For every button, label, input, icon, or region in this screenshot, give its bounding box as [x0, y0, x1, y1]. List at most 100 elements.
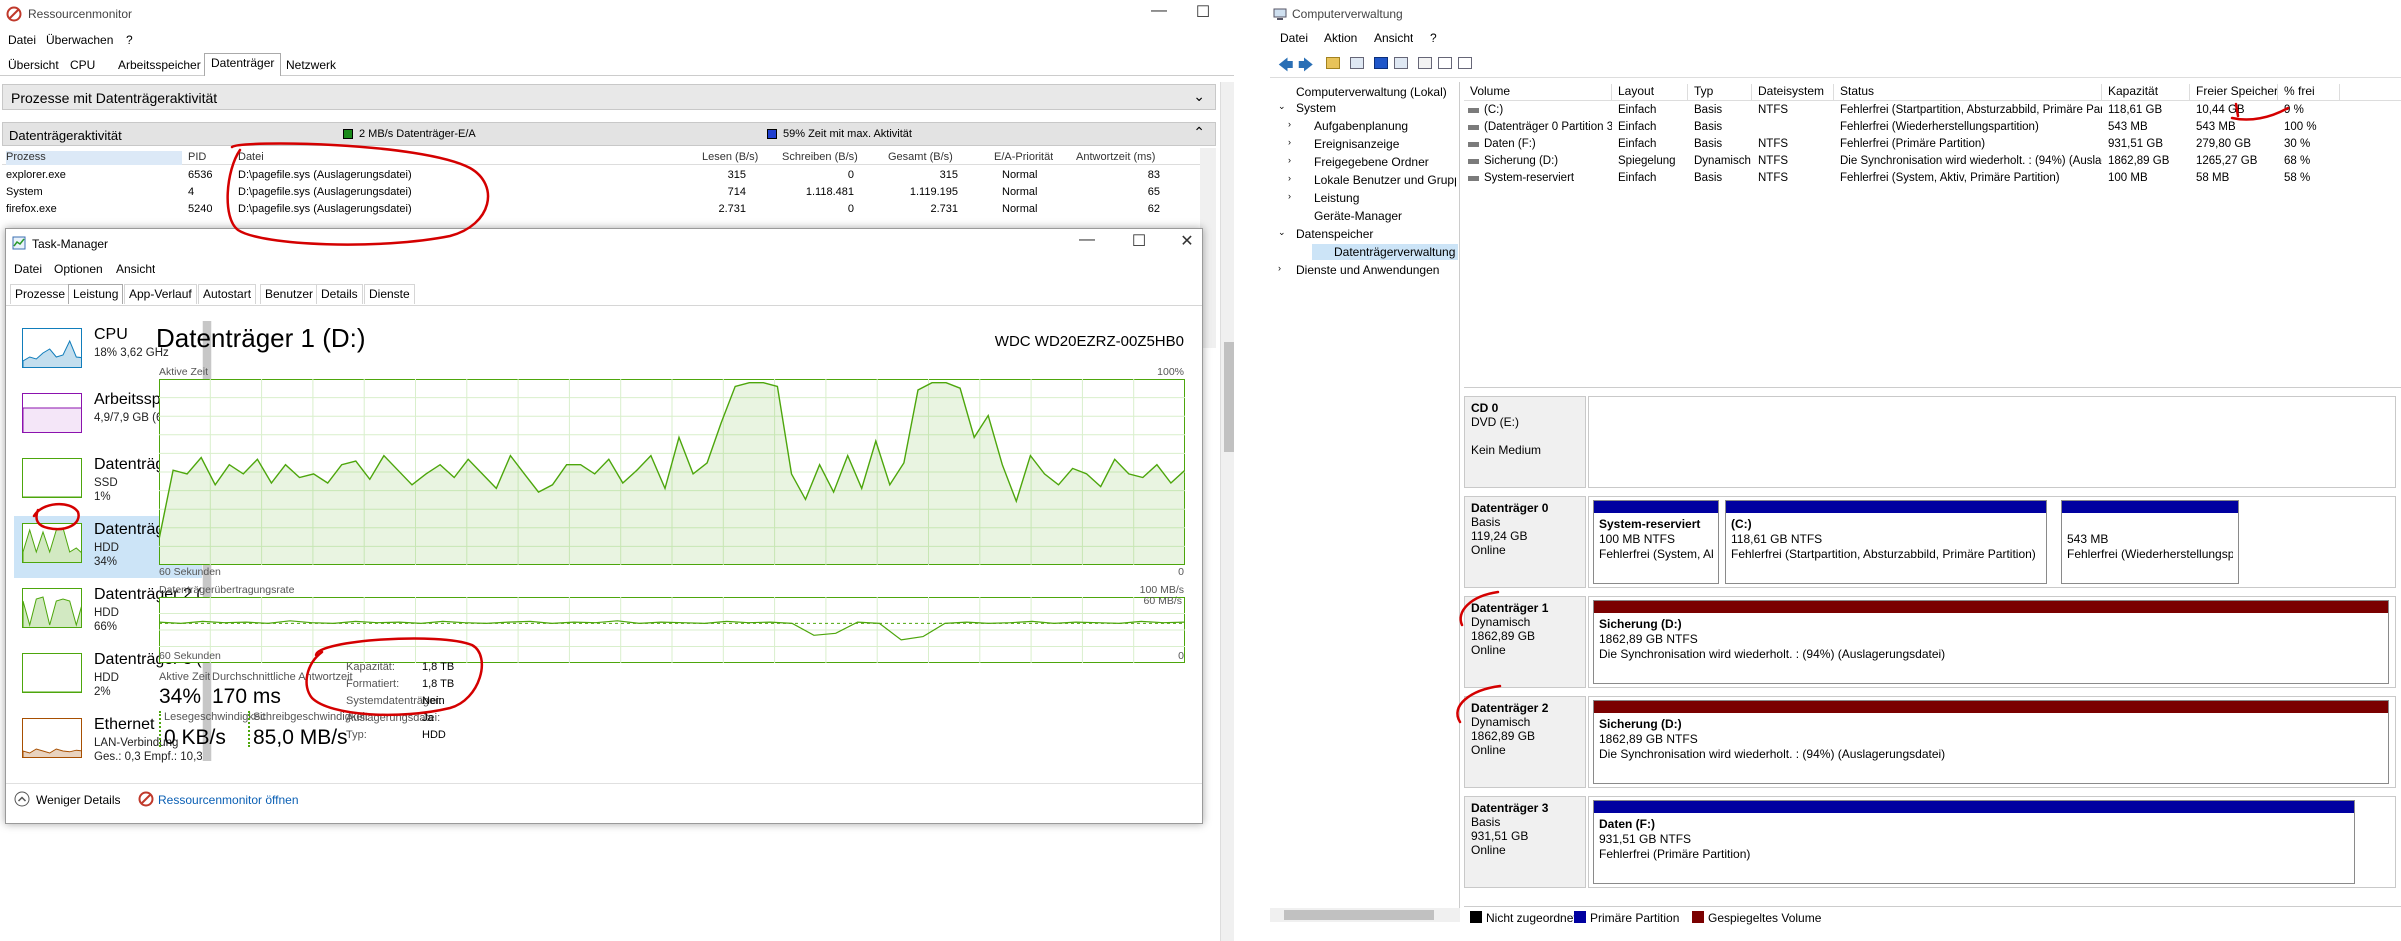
expand-icon[interactable]: ›: [1288, 173, 1291, 183]
tab-benutzer[interactable]: Benutzer: [260, 284, 319, 304]
connect-icon[interactable]: [1418, 57, 1432, 69]
fewer-details-link[interactable]: Weniger Details: [36, 793, 120, 807]
chevron-up-icon[interactable]: ⌃: [1193, 124, 1205, 141]
disk-0-label[interactable]: Datenträger 0 Basis 119,24 GB Online: [1464, 496, 1586, 588]
chevron-down-icon[interactable]: ⌄: [1193, 88, 1205, 105]
vol-col-header[interactable]: Freier Speicher: [2192, 84, 2278, 100]
partition-daten-f[interactable]: Daten (F:) 931,51 GB NTFS Fehlerfrei (Pr…: [1593, 800, 2355, 884]
tab-details[interactable]: Details: [316, 284, 363, 304]
menu-datei[interactable]: Datei: [8, 33, 36, 47]
table-row[interactable]: explorer.exe 6536 D:\pagefile.sys (Auslage…: [2, 168, 1202, 184]
col-prioritaet[interactable]: E/A-Priorität: [994, 151, 1053, 163]
minimize-icon[interactable]: —: [1144, 2, 1174, 20]
expand-icon[interactable]: ›: [1288, 191, 1291, 201]
col-pid[interactable]: PID: [188, 151, 206, 163]
partition-sicherung-d1[interactable]: Sicherung (D:) 1862,89 GB NTFS Die Synch…: [1593, 600, 2389, 684]
tree-system[interactable]: System: [1296, 101, 1336, 115]
open-resmon-link[interactable]: Ressourcenmonitor öffnen: [158, 793, 299, 807]
table-row[interactable]: firefox.exe 5240 D:\pagefile.sys (Auslager…: [2, 202, 1202, 218]
close-icon[interactable]: ✕: [1172, 231, 1202, 251]
tab-prozesse[interactable]: Prozesse: [10, 284, 71, 304]
cm-menu-ansicht[interactable]: Ansicht: [1374, 31, 1413, 45]
cm-menu-aktion[interactable]: Aktion: [1324, 31, 1357, 45]
table-row[interactable]: System 4 D:\pagefile.sys (Auslagerungsdate…: [2, 185, 1202, 201]
scrollbar-thumb[interactable]: [1224, 342, 1234, 452]
disk-3-label[interactable]: Datenträger 3 Basis 931,51 GB Online: [1464, 796, 1586, 888]
expand-icon[interactable]: ›: [1288, 137, 1291, 147]
tree-root[interactable]: Computerverwaltung (Lokal): [1296, 85, 1447, 99]
tab-leistung[interactable]: Leistung: [68, 284, 124, 304]
expand-icon[interactable]: ›: [1288, 119, 1291, 129]
vol-col-header[interactable]: Kapazität: [2104, 84, 2190, 100]
volume-row[interactable]: (Datenträger 0 Partition 3) Einfach Basis F…: [1464, 120, 2401, 136]
show-tree-icon[interactable]: [1350, 57, 1364, 69]
volume-row[interactable]: Daten (F:) Einfach Basis NTFS Fehlerfrei (Pr…: [1464, 137, 2401, 153]
tree-datentraegerverwaltung[interactable]: Datenträgerverwaltung: [1334, 245, 1455, 259]
menu-ueberwachen[interactable]: Überwachen: [46, 33, 113, 47]
partition-recovery[interactable]: 543 MB Fehlerfrei (Wiederherstellungspar…: [2061, 500, 2239, 584]
disk-activity-header[interactable]: Datenträgeraktivität 2 MB/s Datenträger-…: [2, 122, 1216, 146]
tab-arbeitsspeicher[interactable]: Arbeitsspeicher: [112, 56, 207, 76]
col-schreiben[interactable]: Schreiben (B/s): [782, 151, 858, 163]
collapse-icon[interactable]: ⌄: [1278, 227, 1286, 238]
tab-app-verlauf[interactable]: App-Verlauf: [124, 284, 197, 304]
vol-col-header[interactable]: Layout: [1614, 84, 1688, 100]
forward-arrow-icon[interactable]: 🡆: [1298, 55, 1314, 80]
maximize-icon[interactable]: ☐: [1124, 231, 1154, 251]
tree-lokale-benutzer[interactable]: Lokale Benutzer und Gruppen: [1314, 173, 1456, 187]
checklist-icon[interactable]: [1438, 57, 1452, 69]
chevron-up-circle-icon[interactable]: [14, 791, 30, 807]
tab-uebersicht[interactable]: Übersicht: [2, 56, 65, 76]
view-icon[interactable]: [1458, 57, 1472, 69]
expand-icon[interactable]: ›: [1288, 155, 1291, 165]
cm-menu-help[interactable]: ?: [1430, 31, 1437, 45]
col-lesen[interactable]: Lesen (B/s): [702, 151, 758, 163]
vol-col-header[interactable]: Volume: [1466, 84, 1612, 100]
col-antwortzeit[interactable]: Antwortzeit (ms): [1076, 151, 1155, 163]
tree-dienste[interactable]: Dienste und Anwendungen: [1296, 263, 1439, 277]
vol-col-header[interactable]: Status: [1836, 84, 2102, 100]
folder-up-icon[interactable]: [1326, 57, 1340, 69]
tm-menu-ansicht[interactable]: Ansicht: [116, 262, 155, 276]
tree-leistung[interactable]: Leistung: [1314, 191, 1359, 205]
tm-menu-datei[interactable]: Datei: [14, 262, 42, 276]
col-datei[interactable]: Datei: [238, 151, 264, 163]
tree-geraete-manager[interactable]: Geräte-Manager: [1314, 209, 1402, 223]
col-prozess[interactable]: Prozess: [6, 151, 182, 165]
tree-freigegebene-ordner[interactable]: Freigegebene Ordner: [1314, 155, 1429, 169]
processes-section-header[interactable]: Prozesse mit Datenträgeraktivität ⌄: [2, 84, 1216, 110]
tab-dienste[interactable]: Dienste: [364, 284, 415, 304]
back-arrow-icon[interactable]: 🡄: [1278, 55, 1294, 80]
disk-2-label[interactable]: Datenträger 2 Dynamisch 1862,89 GB Onlin…: [1464, 696, 1586, 788]
maximize-icon[interactable]: ☐: [1188, 2, 1218, 22]
partition-c[interactable]: (C:) 118,61 GB NTFS Fehlerfrei (Startpar…: [1725, 500, 2047, 584]
tree-datenspeicher[interactable]: Datenspeicher: [1296, 227, 1373, 241]
tree-h-scrollbar-thumb[interactable]: [1284, 910, 1434, 920]
tm-menu-optionen[interactable]: Optionen: [54, 262, 103, 276]
cm-menu-datei[interactable]: Datei: [1280, 31, 1308, 45]
tree-h-scrollbar[interactable]: [1270, 908, 1460, 922]
volume-row[interactable]: Sicherung (D:) Spiegelung Dynamisch NTFS Die…: [1464, 154, 2401, 170]
vol-col-header[interactable]: Dateisystem: [1754, 84, 1834, 100]
properties-icon[interactable]: [1394, 57, 1408, 69]
disk-1-label[interactable]: Datenträger 1 Dynamisch 1862,89 GB Onlin…: [1464, 596, 1586, 688]
tree-ereignisanzeige[interactable]: Ereignisanzeige: [1314, 137, 1399, 151]
partition-system-reserved[interactable]: System-reserviert 100 MB NTFS Fehlerfrei…: [1593, 500, 1719, 584]
vol-col-header[interactable]: Typ: [1690, 84, 1752, 100]
tab-cpu[interactable]: CPU: [64, 56, 101, 76]
partition-sicherung-d2[interactable]: Sicherung (D:) 1862,89 GB NTFS Die Synch…: [1593, 700, 2389, 784]
collapse-icon[interactable]: ⌄: [1278, 101, 1286, 112]
tab-autostart[interactable]: Autostart: [198, 284, 257, 304]
tree-aufgabenplanung[interactable]: Aufgabenplanung: [1314, 119, 1408, 133]
tab-netzwerk[interactable]: Netzwerk: [280, 56, 342, 76]
minimize-icon[interactable]: —: [1072, 231, 1102, 249]
col-gesamt[interactable]: Gesamt (B/s): [888, 151, 953, 163]
menu-help[interactable]: ?: [126, 33, 133, 47]
vol-col-header[interactable]: % frei: [2280, 84, 2340, 100]
volume-row[interactable]: System-reserviert Einfach Basis NTFS Fehlerf…: [1464, 171, 2401, 187]
expand-icon[interactable]: ›: [1278, 263, 1281, 273]
tab-datentraeger[interactable]: Datenträger: [204, 53, 282, 76]
volume-row[interactable]: (C:) Einfach Basis NTFS Fehlerfrei (Startpar…: [1464, 103, 2401, 119]
disk-cd0-label[interactable]: CD 0 DVD (E:) Kein Medium: [1464, 396, 1586, 488]
help-icon[interactable]: [1374, 57, 1388, 69]
